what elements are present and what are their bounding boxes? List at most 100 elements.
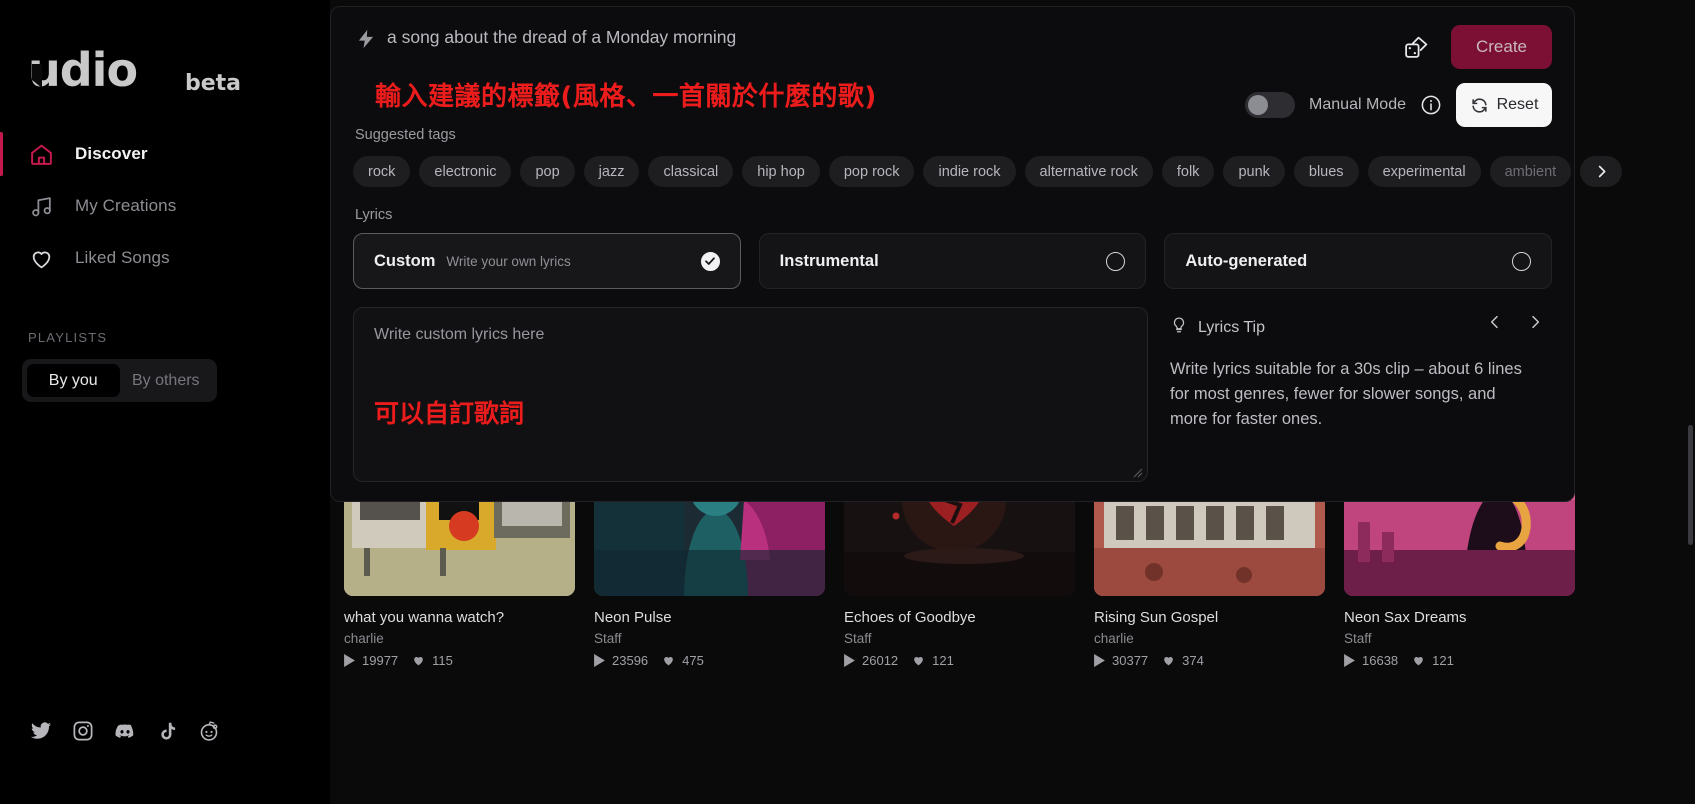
playlists-section-label: PLAYLISTS: [28, 330, 108, 345]
lyrics-tip-body: Write lyrics suitable for a 30s clip – a…: [1170, 360, 1522, 428]
tag-punk[interactable]: punk: [1223, 156, 1285, 187]
tag-ambient[interactable]: ambient: [1489, 156, 1572, 187]
sidebar-item-my-creations[interactable]: My Creations: [0, 180, 330, 232]
play-count: 23596: [594, 653, 648, 668]
song-stats: 30377 374: [1094, 653, 1325, 668]
song-author: charlie: [344, 631, 384, 646]
song-title: Echoes of Goodbye: [844, 609, 976, 626]
reset-label: Reset: [1496, 96, 1539, 113]
play-count: 19977: [344, 653, 398, 668]
tag-experimental[interactable]: experimental: [1367, 156, 1481, 187]
like-count: 115: [412, 653, 453, 668]
manual-mode-row: Manual Mode Reset: [1245, 83, 1552, 127]
prompt-input[interactable]: a song about the dread of a Monday morni…: [387, 27, 736, 48]
header-actions: Create: [1401, 25, 1552, 69]
tag-rock[interactable]: rock: [353, 156, 411, 187]
create-panel-header: a song about the dread of a Monday morni…: [353, 25, 1552, 73]
chevron-left-icon[interactable]: [1484, 311, 1506, 333]
song-author: Staff: [594, 631, 622, 646]
tag-classical[interactable]: classical: [648, 156, 734, 187]
like-count-value: 121: [1432, 653, 1454, 668]
like-count-value: 115: [432, 653, 453, 668]
like-count: 475: [662, 653, 704, 668]
play-count-value: 23596: [612, 653, 649, 668]
lyrics-option-custom[interactable]: Custom Write your own lyrics: [353, 233, 741, 289]
lyrics-tip-title: Lyrics Tip: [1198, 318, 1265, 336]
sidebar-item-label: Discover: [75, 144, 148, 163]
like-count-value: 374: [1182, 653, 1204, 668]
dice-icon[interactable]: [1401, 32, 1431, 62]
lyrics-tip-panel: Lyrics Tip Write lyrics suitable for a 3…: [1170, 307, 1552, 482]
play-count: 30377: [1094, 653, 1148, 668]
vertical-scrollbar[interactable]: [1688, 425, 1693, 545]
heart-filled-icon: [1414, 656, 1423, 666]
lyrics-options: Custom Write your own lyrics Instrumenta…: [353, 233, 1553, 289]
lyrics-editor-row: Write custom lyrics here 可以自訂歌詞 Lyrics T…: [353, 307, 1552, 482]
tag-hip-hop[interactable]: hip hop: [742, 156, 820, 187]
lyrics-annotation: 可以自訂歌詞: [374, 399, 525, 428]
lyrics-option-name: Instrumental: [779, 251, 879, 270]
playlist-filter-segmented-control: By you By others: [22, 359, 217, 402]
lightning-bolt-icon: [353, 27, 379, 51]
reddit-icon[interactable]: [198, 720, 220, 742]
heart-filled-icon: [1164, 656, 1173, 666]
lightbulb-icon: [1170, 315, 1188, 340]
main-content: what you wanna watch? charlie 19977 115: [330, 0, 1695, 804]
like-count: 121: [1412, 653, 1454, 668]
suggested-tags-row: rock electronic pop jazz classical hip h…: [353, 156, 1623, 187]
playlist-filter-by-others[interactable]: By others: [120, 364, 213, 397]
lyrics-option-auto-generated[interactable]: Auto-generated: [1164, 233, 1553, 289]
play-icon: [1344, 654, 1355, 667]
play-count-value: 16638: [1362, 653, 1399, 668]
info-icon[interactable]: [1420, 94, 1442, 116]
song-stats: 16638 121: [1344, 653, 1575, 668]
lyrics-option-instrumental[interactable]: Instrumental: [758, 233, 1147, 289]
reset-button[interactable]: Reset: [1456, 83, 1552, 127]
playlist-filter-by-you[interactable]: By you: [27, 364, 120, 397]
chevron-right-icon[interactable]: [1580, 156, 1623, 187]
song-author: Staff: [1344, 631, 1372, 646]
manual-mode-toggle[interactable]: [1245, 92, 1296, 118]
create-button[interactable]: Create: [1451, 25, 1552, 69]
play-icon: [594, 654, 605, 667]
tag-folk[interactable]: folk: [1161, 156, 1215, 187]
logo[interactable]: udio beta: [0, 24, 330, 98]
play-count-value: 19977: [362, 653, 399, 668]
tag-indie-rock[interactable]: indie rock: [923, 156, 1016, 187]
heart-filled-icon: [414, 656, 423, 666]
tag-pop-rock[interactable]: pop rock: [828, 156, 915, 187]
sidebar-item-liked-songs[interactable]: Liked Songs: [0, 232, 330, 284]
play-count-value: 26012: [862, 653, 899, 668]
sidebar-nav: Discover My Creations Liked Songs: [0, 128, 330, 284]
tag-alternative-rock[interactable]: alternative rock: [1024, 156, 1153, 187]
chevron-right-icon[interactable]: [1524, 311, 1546, 333]
social-links: [30, 720, 220, 742]
like-count-value: 121: [932, 653, 954, 668]
play-icon: [844, 654, 855, 667]
logo-mark: udio beta: [28, 46, 241, 98]
discord-icon[interactable]: [114, 720, 136, 742]
lyrics-textarea[interactable]: Write custom lyrics here 可以自訂歌詞: [353, 307, 1148, 482]
song-author: charlie: [1094, 631, 1134, 646]
sidebar-item-discover[interactable]: Discover: [0, 128, 330, 180]
toggle-knob: [1248, 95, 1269, 115]
like-count: 121: [912, 653, 954, 668]
create-panel: a song about the dread of a Monday morni…: [330, 6, 1623, 502]
song-title: Neon Sax Dreams: [1344, 609, 1467, 626]
heart-filled-icon: [664, 656, 673, 666]
like-count: 374: [1162, 653, 1204, 668]
suggested-tags-label: Suggested tags: [355, 127, 456, 143]
tag-jazz[interactable]: jazz: [583, 156, 640, 187]
resize-handle-icon[interactable]: [1131, 465, 1143, 478]
instagram-icon[interactable]: [72, 720, 94, 742]
tag-blues[interactable]: blues: [1293, 156, 1359, 187]
lyrics-tip-nav: [1484, 311, 1546, 333]
radio-unchecked-icon[interactable]: [1512, 251, 1532, 271]
twitter-icon[interactable]: [30, 720, 52, 742]
tag-electronic[interactable]: electronic: [419, 156, 512, 187]
radio-checked-icon[interactable]: [700, 251, 720, 271]
radio-unchecked-icon[interactable]: [1106, 251, 1126, 271]
manual-mode-label: Manual Mode: [1309, 96, 1406, 113]
tiktok-icon[interactable]: [156, 720, 178, 742]
tag-pop[interactable]: pop: [520, 156, 575, 187]
